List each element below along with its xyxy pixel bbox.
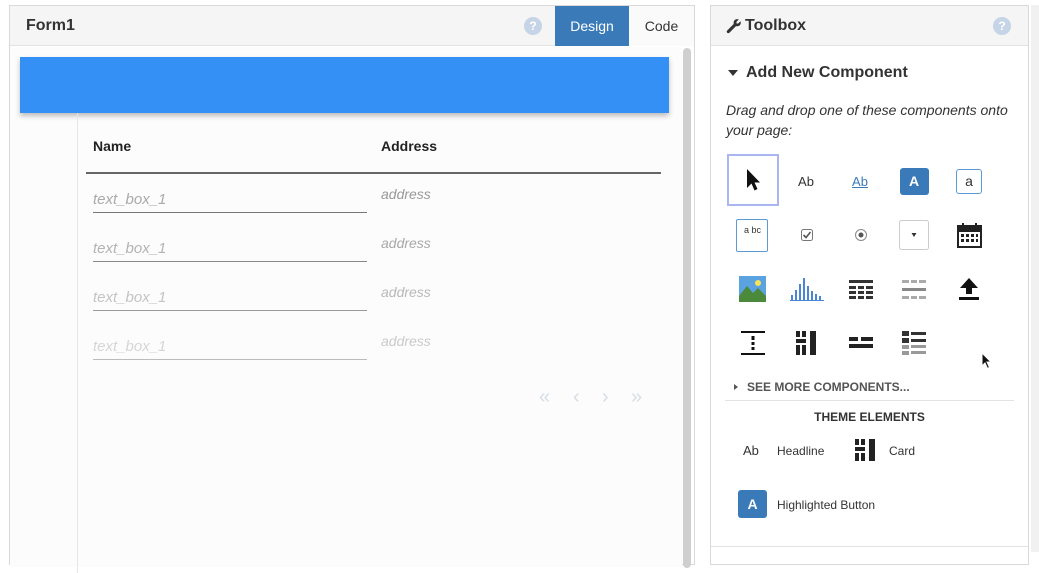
form-title: Form1 [26,17,75,34]
checkbox-icon [801,229,813,241]
plot-component[interactable] [781,263,833,315]
column-header-address: Address [381,138,438,154]
data-grid-component[interactable] [835,263,887,315]
dropdown-icon [899,220,929,250]
headline-icon[interactable]: Ab [743,443,759,458]
sidebar-divider [77,113,78,573]
divider [725,400,1014,401]
file-loader-component[interactable] [943,263,995,315]
tab-design[interactable]: Design [555,6,629,46]
tab-code[interactable]: Code [629,6,694,46]
pointer-icon [747,169,760,191]
dropdown-component[interactable] [888,209,940,261]
help-icon[interactable]: ? [993,17,1011,35]
toolbox-panel: Toolbox ? Add New Component Drag and dro… [710,5,1029,565]
textbox-component[interactable]: a [943,155,995,207]
address-label: address [381,186,431,202]
mouse-cursor-icon [981,352,993,370]
canvas-scrollbar[interactable] [683,48,691,568]
date-picker-component[interactable] [943,209,995,261]
text-box[interactable]: text_box_1 [93,232,367,262]
pointer-tool[interactable] [727,154,779,206]
file-loader-icon [959,278,979,300]
navbar-placeholder[interactable] [20,57,669,113]
headline-label[interactable]: Headline [777,444,824,458]
radio-button-component[interactable] [835,209,887,261]
textarea-component[interactable]: a bc [726,209,778,261]
toolbox-header: Toolbox ? [711,6,1028,46]
toolbox-scrollbar[interactable] [1031,5,1039,552]
button-component[interactable]: A [888,155,940,207]
textbox-icon: a [956,168,982,194]
repeating-panel-icon [902,280,926,299]
text-box[interactable]: text_box_1 [93,330,367,360]
column-header-name: Name [93,138,132,154]
header-divider [86,172,661,174]
card-label[interactable]: Card [889,444,915,458]
image-icon [738,276,766,302]
flow-panel-component[interactable] [888,317,940,369]
theme-elements-title: THEME ELEMENTS [814,410,925,424]
highlighted-button-icon[interactable]: A [738,490,767,518]
help-icon[interactable]: ? [524,17,542,35]
pager-first-icon[interactable]: « [539,386,550,409]
textarea-icon: a bc [736,218,768,252]
image-component[interactable] [726,263,778,315]
text-box[interactable]: text_box_1 [93,183,367,213]
toolbox-hint: Drag and drop one of these components on… [726,102,1008,138]
spacer-component[interactable] [727,317,779,369]
repeating-panel-component[interactable] [888,263,940,315]
address-label: address [381,284,431,300]
text-box[interactable]: text_box_1 [93,281,367,311]
label-component[interactable]: Ab [780,155,832,207]
address-label: address [381,333,431,349]
highlighted-button-label[interactable]: Highlighted Button [777,498,875,512]
expand-caret-icon[interactable] [734,384,738,390]
date-picker-icon [956,222,982,248]
collapse-caret-icon[interactable] [728,70,738,76]
data-grid-icon [849,280,873,299]
radio-button-icon [855,229,867,241]
plot-icon [790,278,824,301]
linear-panel-component[interactable] [835,317,887,369]
link-component[interactable]: Ab [834,155,886,207]
section-title[interactable]: Add New Component [746,64,908,82]
wrench-icon [726,19,741,34]
address-label: address [381,235,431,251]
form-header: Form1 ? Design Code [10,6,694,46]
spacer-icon [741,331,765,355]
see-more-components-link[interactable]: SEE MORE COMPONENTS... [747,380,910,394]
pager-last-icon[interactable]: » [631,386,642,409]
checkbox-component[interactable] [781,209,833,261]
pager-prev-icon[interactable]: ‹ [573,386,580,409]
link-icon: Ab [852,173,868,189]
toolbox-title: Toolbox [745,17,807,34]
column-panel-component[interactable] [781,317,833,369]
button-icon: A [899,167,929,195]
divider [711,546,1028,547]
flow-panel-icon [902,331,926,355]
linear-panel-icon [849,337,873,348]
card-icon[interactable] [855,439,877,461]
label-icon: Ab [798,173,814,189]
column-panel-icon [796,331,816,355]
pager-next-icon[interactable]: › [602,386,609,409]
